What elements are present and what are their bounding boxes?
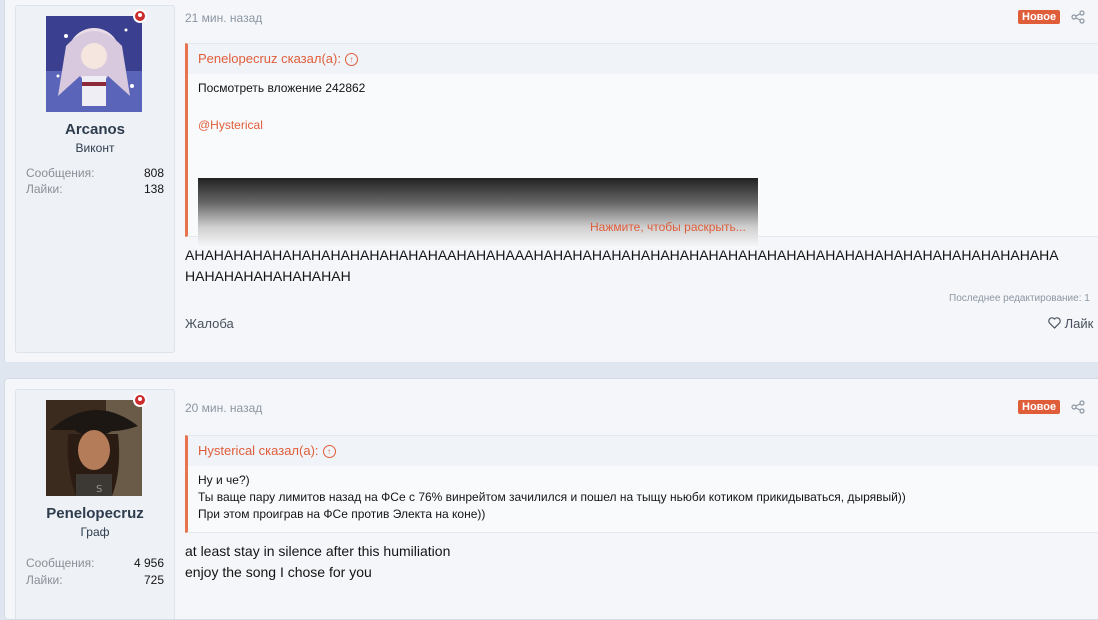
user-info-panel: S Penelopecruz Граф Сообщения: 4 956 Лай… xyxy=(15,389,175,619)
new-badge: Новое xyxy=(1018,400,1061,414)
report-link[interactable]: Жалоба xyxy=(185,316,234,331)
online-status-icon xyxy=(133,9,147,23)
quote-line: При этом проиграв на ФСе против Электа н… xyxy=(198,507,486,521)
body-line: at least stay in silence after this humi… xyxy=(185,543,451,559)
share-icon[interactable] xyxy=(1071,10,1085,24)
stat-likes: Лайки: 138 xyxy=(26,182,164,196)
post-penelopecruz: S Penelopecruz Граф Сообщения: 4 956 Лай… xyxy=(4,378,1098,620)
stat-messages: Сообщения: 808 xyxy=(26,166,164,180)
quote-line: Ты ваще пару лимитов назад на ФСе с 76% … xyxy=(198,490,906,504)
user-title: Граф xyxy=(80,525,110,539)
quote-header[interactable]: Hysterical сказал(а): ↑ xyxy=(188,436,1098,466)
body-line: enjoy the song I chose for you xyxy=(185,564,372,580)
attachment-link[interactable]: Посмотреть вложение 242862 xyxy=(198,80,1098,97)
stat-label: Сообщения: xyxy=(26,166,95,180)
quote-body: Ну и че?) Ты ваще пару лимитов назад на … xyxy=(188,466,1098,529)
last-edit-note[interactable]: Последнее редактирование: 1 xyxy=(949,293,1090,304)
woman-pirate-hat-avatar-image: S xyxy=(46,400,142,496)
stat-label: Лайки: xyxy=(26,573,63,587)
anime-girl-avatar-image xyxy=(46,16,142,112)
message-content: 21 мин. назад Новое Penelopecruz сказал(… xyxy=(185,0,1098,363)
share-icon[interactable] xyxy=(1071,400,1085,414)
post-time[interactable]: 21 мин. назад xyxy=(185,11,262,25)
new-badge: Новое xyxy=(1018,10,1061,24)
username[interactable]: Arcanos xyxy=(16,121,174,138)
avatar[interactable]: S xyxy=(46,400,142,496)
like-label: Лайк xyxy=(1064,316,1094,331)
post-arcanos: Arcanos Виконт Сообщения: 808 Лайки: 138… xyxy=(4,0,1098,364)
quote-author[interactable]: Penelopecruz сказал(а): xyxy=(198,51,341,66)
quote-author[interactable]: Hysterical сказал(а): xyxy=(198,443,319,458)
post-separator xyxy=(0,362,1098,378)
stat-value[interactable]: 4 956 xyxy=(134,556,164,570)
stat-likes: Лайки: 725 xyxy=(26,573,164,587)
post-body: АНАНАНАНАНАНАНАНАНАНАНАНАНААНАНАНАААНАНА… xyxy=(185,245,1059,287)
stat-label: Лайки: xyxy=(26,182,63,196)
expand-quote-link[interactable]: Нажмите, чтобы раскрыть... xyxy=(590,220,746,234)
user-info-panel: Arcanos Виконт Сообщения: 808 Лайки: 138 xyxy=(15,5,175,353)
stat-value: 138 xyxy=(143,182,164,196)
like-button[interactable]: Лайк xyxy=(1048,316,1093,331)
user-title: Виконт xyxy=(75,141,115,155)
stat-value[interactable]: 808 xyxy=(144,166,164,180)
stat-messages: Сообщения: 4 956 xyxy=(26,556,164,570)
quote-jump-icon[interactable]: ↑ xyxy=(344,53,358,67)
svg-text:S: S xyxy=(96,484,102,495)
quote-header[interactable]: Penelopecruz сказал(а): ↑ xyxy=(188,44,1098,74)
body-line: НАНАНАНАНАНАНАНАН xyxy=(185,268,351,284)
heart-icon xyxy=(1048,317,1061,329)
avatar[interactable] xyxy=(46,16,142,112)
stat-value: 725 xyxy=(143,573,164,587)
message-content: 20 мин. назад Новое Hysterical сказал(а)… xyxy=(185,379,1098,619)
post-time[interactable]: 20 мин. назад xyxy=(185,401,262,415)
stat-label: Сообщения: xyxy=(26,556,95,570)
post-body: at least stay in silence after this humi… xyxy=(185,541,450,583)
online-status-icon xyxy=(133,393,147,407)
username[interactable]: Penelopecruz xyxy=(16,505,174,522)
mention-link[interactable]: @Hysterical xyxy=(198,117,1098,134)
quote-block: Penelopecruz сказал(а): ↑ Посмотреть влож… xyxy=(185,43,1098,248)
body-line: АНАНАНАНАНАНАНАНАНАНАНАНАНААНАНАНАААНАНА… xyxy=(185,247,1059,263)
quote-line: Ну и че?) xyxy=(198,473,250,487)
quoted-image-preview xyxy=(198,178,758,248)
quote-jump-icon[interactable]: ↑ xyxy=(322,445,336,459)
quote-body: Посмотреть вложение 242862 @Hysterical xyxy=(188,74,1098,140)
quote-block: Hysterical сказал(а): ↑ Ну и че?) Ты ваще… xyxy=(185,435,1098,533)
